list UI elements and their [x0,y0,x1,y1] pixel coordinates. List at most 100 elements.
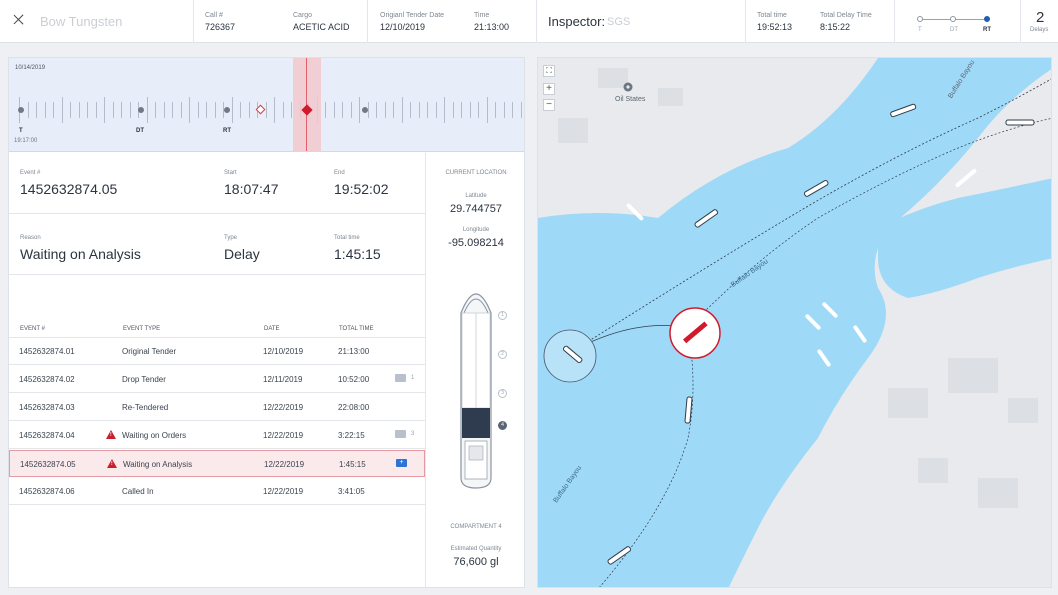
timeline-marker-rt[interactable] [224,107,230,113]
timeline-tick [435,102,437,118]
latitude-label: Latitude [465,193,487,199]
timeline-tick [95,102,97,118]
compartment-3[interactable]: 3 [498,389,507,398]
cell-total-time: 3:41:05 [338,487,365,496]
timeline-tick [469,102,471,118]
timeline-marker[interactable] [362,107,368,113]
cell-total-time: 10:52:00 [338,375,370,384]
table-row[interactable]: 1452632874.06 Called In 12/22/2019 3:41:05 [9,478,425,505]
col-header-type[interactable]: EVENT TYPE [123,326,160,332]
divider [193,0,194,43]
timeline-tick [427,102,428,118]
timeline-tick [189,97,190,123]
comment-icon[interactable] [395,430,406,438]
progress-step-t[interactable] [917,16,923,22]
end-value: 19:52:02 [334,181,389,197]
divider [894,0,895,43]
add-comment-icon[interactable]: + [396,459,407,467]
progress-step-rt[interactable] [984,16,990,22]
comment-count: 1 [411,375,415,381]
fullscreen-icon[interactable]: ⛶ [543,65,555,77]
cell-event-type: Waiting on Analysis [123,460,193,469]
cell-date: 12/22/2019 [263,487,304,496]
cell-total-time: 21:13:00 [338,347,370,356]
timeline-tick [155,102,156,118]
progress-label-rt: RT [983,27,991,33]
timeline[interactable]: 10/14/2019 T 19:17:00 DT RT [9,58,524,152]
comment-icon[interactable] [395,374,406,382]
quantity-value: 76,600 gl [453,556,499,568]
location-column: CURRENT LOCATION Latitude 29.744757 Long… [425,153,525,588]
timeline-tick [478,102,479,118]
map-label-oil-states: Oil States [615,96,646,103]
end-label: End [334,170,345,176]
cell-total-time: 1:45:15 [339,460,366,469]
event-number-label: Event # [20,170,41,176]
timeline-tick [231,97,233,123]
timeline-tick [78,102,80,118]
table-row[interactable]: 1452632874.02 Drop Tender 12/11/2019 10:52:… [9,366,425,393]
timeline-tick [265,102,267,118]
table-row[interactable]: 1452632874.03 Re-Tendered 12/22/2019 22:08:… [9,394,425,421]
timeline-tick [503,102,505,118]
timeline-tick [104,97,105,123]
timeline-tick [350,102,352,118]
progress-label-dt: DT [950,27,958,33]
compartment-1[interactable]: 1 [498,311,507,320]
timeline-tick [36,102,37,118]
cell-event-type: Original Tender [122,347,177,356]
timeline-marker-t[interactable] [18,107,24,113]
reason-label: Reason [20,235,41,241]
zoom-in-button[interactable]: + [543,83,555,95]
event-number-value: 1452632874.05 [20,181,118,197]
table-row[interactable]: 1452632874.04 Waiting on Orders 12/22/2019… [9,422,425,449]
table-row[interactable]: 1452632874.01 Original Tender 12/10/2019 21… [9,338,425,365]
zoom-out-button[interactable]: − [543,99,555,111]
timeline-marker-dt[interactable] [138,107,144,113]
timeline-tick [206,102,207,118]
cell-event-number: 1452632874.05 [20,460,76,469]
timeline-tick [444,97,445,123]
delays-count: 2 [1036,9,1045,26]
divider [367,0,368,43]
timeline-tick [342,102,343,118]
timeline-tick [410,102,411,118]
timeline-tick [27,102,29,118]
timeline-tick [61,97,63,123]
col-header-total[interactable]: TOTAL TIME [339,326,373,332]
event-total-value: 1:45:15 [334,246,381,262]
col-header-event[interactable]: EVENT # [20,326,45,332]
timeline-label-t: T [19,128,23,134]
timeline-tick [520,102,522,118]
cell-date: 12/11/2019 [263,375,303,384]
cell-event-number: 1452632874.01 [19,347,75,356]
compartment-4[interactable]: 4 [498,421,507,430]
time-value: 21:13:00 [474,22,510,32]
timeline-tick [121,102,122,118]
progress-label-t: T [918,27,922,33]
progress-step-dt[interactable] [950,16,956,22]
timeline-tick [70,102,71,118]
timeline-tick [129,102,131,118]
location-title: CURRENT LOCATION [445,170,507,176]
time-label: Time [474,12,490,19]
cell-event-number: 1452632874.06 [19,487,75,496]
type-label: Type [224,235,238,241]
call-value: 726367 [205,22,236,32]
compartment-2[interactable]: 2 [498,350,507,359]
table-row[interactable]: 1452632874.05 Waiting on Analysis 12/22/20… [9,450,425,477]
vessel-name: Bow Tungsten [40,14,123,29]
col-header-date[interactable]: DATE [264,326,280,332]
map[interactable]: Oil States Buffalo Bayou Buffalo Bayou B… [537,57,1052,588]
reason-value: Waiting on Analysis [20,246,141,262]
timeline-tick [282,102,284,118]
call-label: Call # [205,12,223,19]
timeline-tick [325,102,326,118]
timeline-tick [240,102,241,118]
tender-date-label: Origianl Tender Date [380,12,445,19]
timeline-tick [486,97,488,123]
total-time-value: 19:52:13 [757,22,793,32]
cell-event-number: 1452632874.04 [19,431,75,440]
tender-date-value: 12/10/2019 [380,22,426,32]
close-icon[interactable] [12,13,26,27]
